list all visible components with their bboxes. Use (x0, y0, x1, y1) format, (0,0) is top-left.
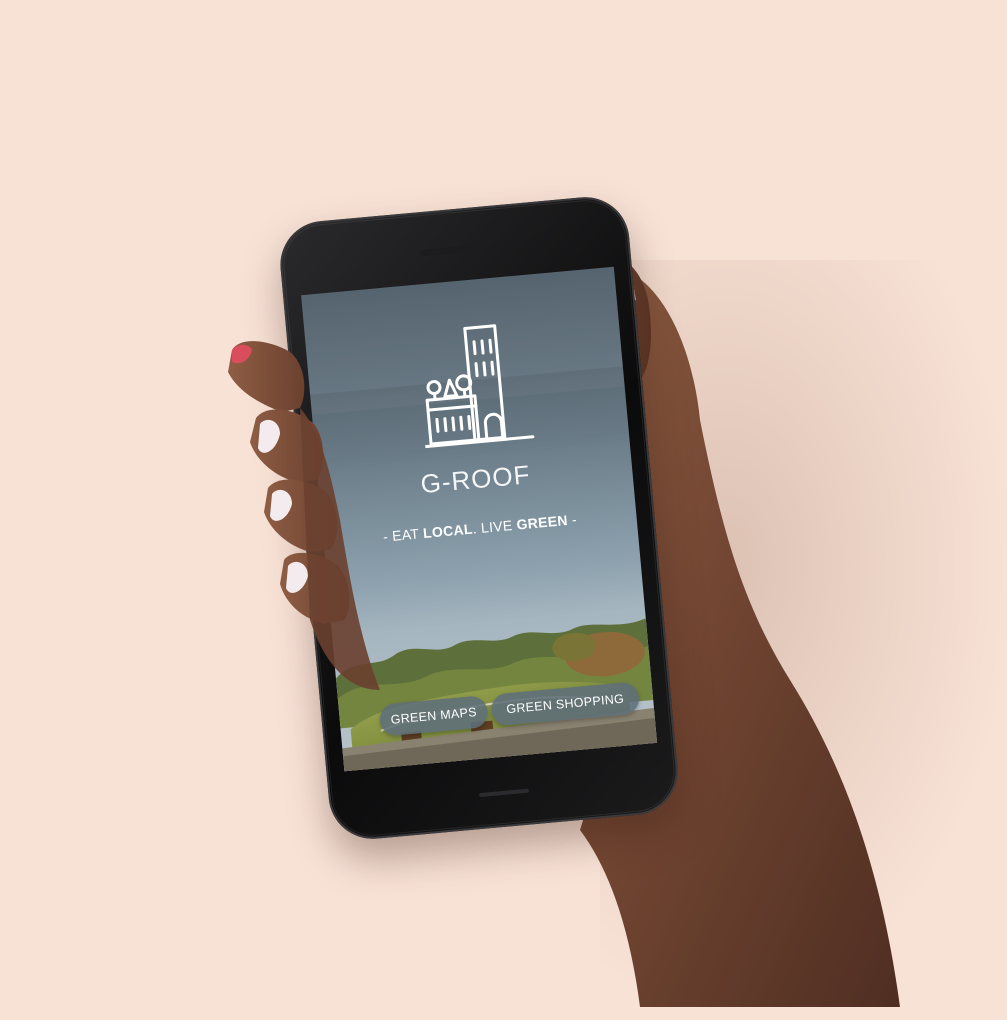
fingers-illustration (228, 341, 380, 690)
mockup-scene: G-ROOF - EAT LOCAL. LIVE GREEN - GREEN M… (0, 0, 1007, 1020)
